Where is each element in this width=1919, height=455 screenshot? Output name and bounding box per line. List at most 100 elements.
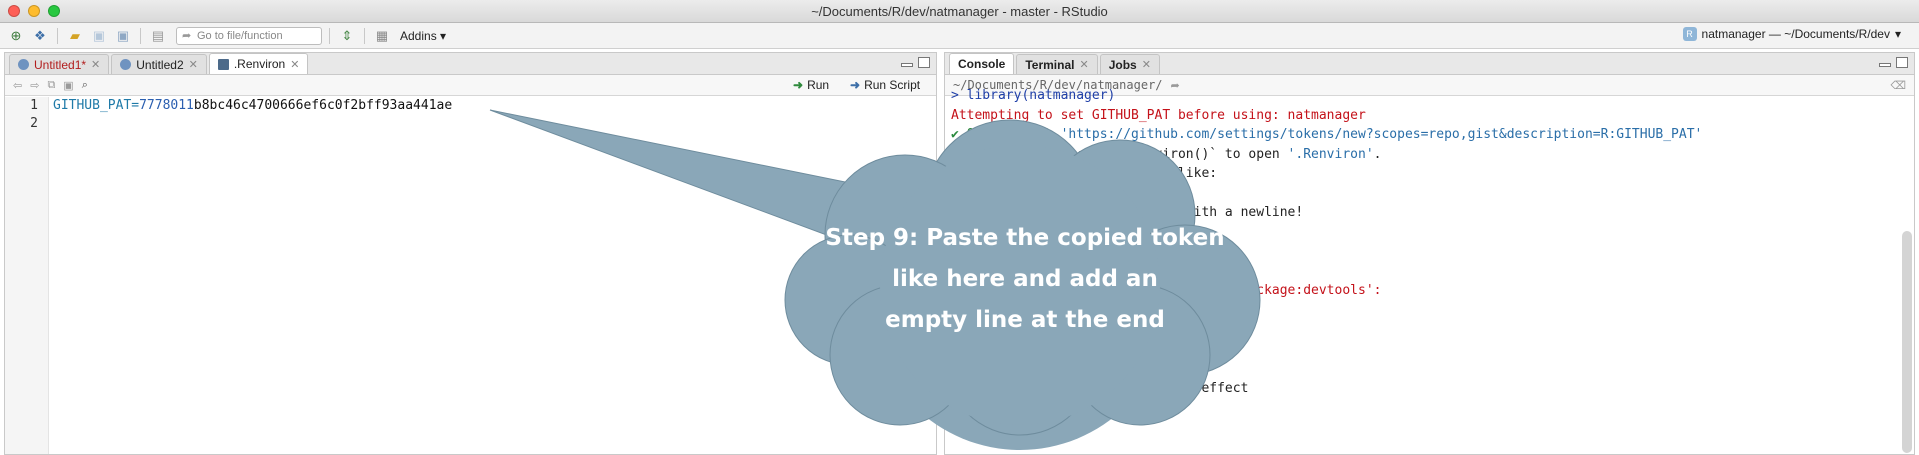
main-toolbar: ⊕ ❖ ▰ ▣ ▣ ▤ ➦ Go to file/function ⇕ ▦ Ad… — [0, 23, 1919, 49]
console-tabbar: Console Terminal ✕ Jobs ✕ — [945, 53, 1914, 75]
zoom-window-button[interactable] — [48, 5, 60, 17]
close-window-button[interactable] — [8, 5, 20, 17]
close-tab-icon[interactable]: ✕ — [91, 58, 100, 71]
tab-label: Console — [958, 57, 1006, 71]
maximize-pane-button[interactable] — [1896, 57, 1908, 68]
console-text: ✔ Opening URL — [951, 127, 1061, 142]
code-lines: GITHUB_PAT=7778011b8bc46c4700666ef6c0f2b… — [53, 97, 452, 133]
token-rest: b8bc46c4700666ef6c0f2bff93aa441ae — [193, 98, 453, 113]
console-line: ✔ Opening URL 'https://github.com/settin… — [951, 125, 1898, 145]
toolbar-divider — [329, 27, 330, 44]
new-project-icon[interactable]: ❖ — [30, 27, 50, 45]
pane-layout-icon[interactable]: ▦ — [372, 27, 392, 45]
goto-arrow-icon: ➦ — [182, 29, 192, 42]
run-script-icon: ➜ — [850, 78, 861, 92]
project-label: natmanager — ~/Documents/R/dev — [1701, 27, 1890, 41]
code-line: GITHUB_PAT=7778011b8bc46c4700666ef6c0f2b… — [53, 97, 452, 115]
run-label: Run — [807, 78, 830, 92]
console-text: ● Modify — [951, 361, 1022, 376]
tab-label: Untitled1* — [34, 57, 87, 72]
callout-line: empty line at the end — [885, 307, 1165, 333]
console-url: 'https://github.com/settings/tokens/new?… — [1060, 127, 1703, 142]
tab-label: Terminal — [1025, 57, 1075, 72]
console-line: > usethis::edit_r_environ() — [951, 341, 1163, 357]
project-menu[interactable]: R natmanager — ~/Documents/R/dev ▾ — [1682, 27, 1901, 41]
line-number: 1 — [30, 98, 38, 113]
editor-tabbar: Untitled1* ✕ Untitled2 ✕ .Renviron ✕ — [5, 53, 936, 75]
run-arrow-icon: ➜ — [793, 78, 804, 92]
toolbar-divider — [57, 27, 58, 44]
console-scrollbar[interactable] — [1902, 231, 1912, 453]
window-titlebar: ~/Documents/R/dev/natmanager - master - … — [0, 0, 1919, 23]
console-line: ● Store your PAT with a line like: — [951, 166, 1218, 181]
addins-label: Addins — [400, 28, 437, 43]
tab-label: Jobs — [1108, 57, 1137, 72]
addins-menu[interactable]: Addins ▾ — [400, 29, 446, 43]
forward-arrow-icon[interactable]: ⇨ — [30, 79, 39, 92]
bullet-icon: ● — [951, 380, 959, 396]
tab-untitled1[interactable]: Untitled1* ✕ — [9, 54, 110, 74]
r-file-icon — [18, 59, 29, 70]
close-tab-icon[interactable]: ✕ — [1142, 58, 1151, 71]
console-line: ● Restart R for changes to take effect — [951, 379, 1898, 399]
minimize-pane-button[interactable] — [1879, 63, 1891, 67]
goto-file-function-input[interactable]: ➦ Go to file/function — [176, 26, 322, 45]
print-icon[interactable]: ▤ — [148, 27, 168, 45]
line-number: 2 — [30, 116, 38, 131]
run-script-label: Run Script — [864, 78, 921, 92]
close-tab-icon[interactable]: ✕ — [1079, 58, 1088, 71]
open-file-icon[interactable]: ▰ — [65, 27, 85, 45]
window-title: ~/Documents/R/dev/natmanager - master - … — [811, 4, 1108, 19]
callout-line: like here and add an — [892, 266, 1158, 292]
console-text: . — [1373, 146, 1382, 162]
text-file-icon — [217, 58, 229, 70]
run-button[interactable]: ➜ Run — [793, 78, 829, 92]
tab-label: Untitled2 — [136, 57, 184, 72]
run-script-button[interactable]: ➜ Run Script — [850, 78, 920, 92]
tab-jobs[interactable]: Jobs ✕ — [1099, 54, 1160, 74]
save-icon[interactable]: ▣ — [63, 79, 73, 92]
console-text: Restart R for changes to take effect — [958, 380, 1249, 396]
save-icon[interactable]: ▣ — [89, 27, 109, 45]
tab-console[interactable]: Console — [949, 53, 1015, 74]
close-tab-icon[interactable]: ✕ — [189, 58, 198, 71]
console-prompt[interactable]: > — [951, 398, 1898, 418]
callout-line: Step 9: Paste the copied token — [825, 225, 1225, 251]
vcs-icon[interactable]: ⇕ — [337, 27, 357, 45]
token-prefix: 7778011 — [139, 98, 194, 113]
project-icon: R — [1682, 27, 1697, 41]
chevron-down-icon: ▾ — [1894, 27, 1901, 41]
console-text: ● Call `usethis::edit_r_environ()` to op… — [951, 146, 1288, 162]
console-line: > library(natmanager) — [951, 88, 1116, 103]
r-file-icon — [120, 59, 132, 70]
new-file-icon[interactable]: ⊕ — [6, 27, 26, 45]
close-tab-icon[interactable]: ✕ — [290, 58, 299, 71]
console-line: Attempting to set GITHUB_PAT before usin… — [951, 107, 1366, 123]
env-var-name: GITHUB_PAT= — [53, 98, 140, 113]
pane-window-controls — [1879, 57, 1908, 68]
maximize-pane-button[interactable] — [918, 57, 930, 68]
minimize-pane-button[interactable] — [901, 63, 913, 67]
save-all-icon[interactable]: ▣ — [113, 27, 133, 45]
console-string: '.Renviron' — [1287, 146, 1374, 162]
tab-untitled2[interactable]: Untitled2 ✕ — [111, 54, 207, 74]
console-string: '/Users/sri/.Renviron' — [1021, 361, 1194, 376]
editor-toolbar: ⇦ ⇨ ⧉ ▣ ⌕ ➜ Run ➜ Run Script — [5, 75, 936, 96]
minimize-window-button[interactable] — [28, 5, 40, 17]
tab-label: .Renviron — [233, 57, 286, 71]
back-arrow-icon[interactable]: ⇦ — [13, 79, 22, 92]
window-controls — [8, 5, 60, 17]
toolbar-divider — [364, 27, 365, 44]
tab-renviron[interactable]: .Renviron ✕ — [208, 53, 309, 74]
tab-terminal[interactable]: Terminal ✕ — [1016, 54, 1098, 74]
console-line: ● Modify '/Users/sri/.Renviron' — [951, 359, 1898, 379]
goto-placeholder: Go to file/function — [197, 29, 283, 42]
show-in-window-icon[interactable]: ⧉ — [47, 79, 55, 92]
pane-window-controls — [901, 57, 930, 68]
console-line: ● Call `usethis::edit_r_environ()` to op… — [951, 145, 1898, 165]
line-number-gutter: 1 2 — [5, 97, 49, 454]
search-icon[interactable]: ⌕ — [82, 79, 88, 92]
callout-text: Step 9: Paste the copied token like here… — [790, 218, 1260, 341]
